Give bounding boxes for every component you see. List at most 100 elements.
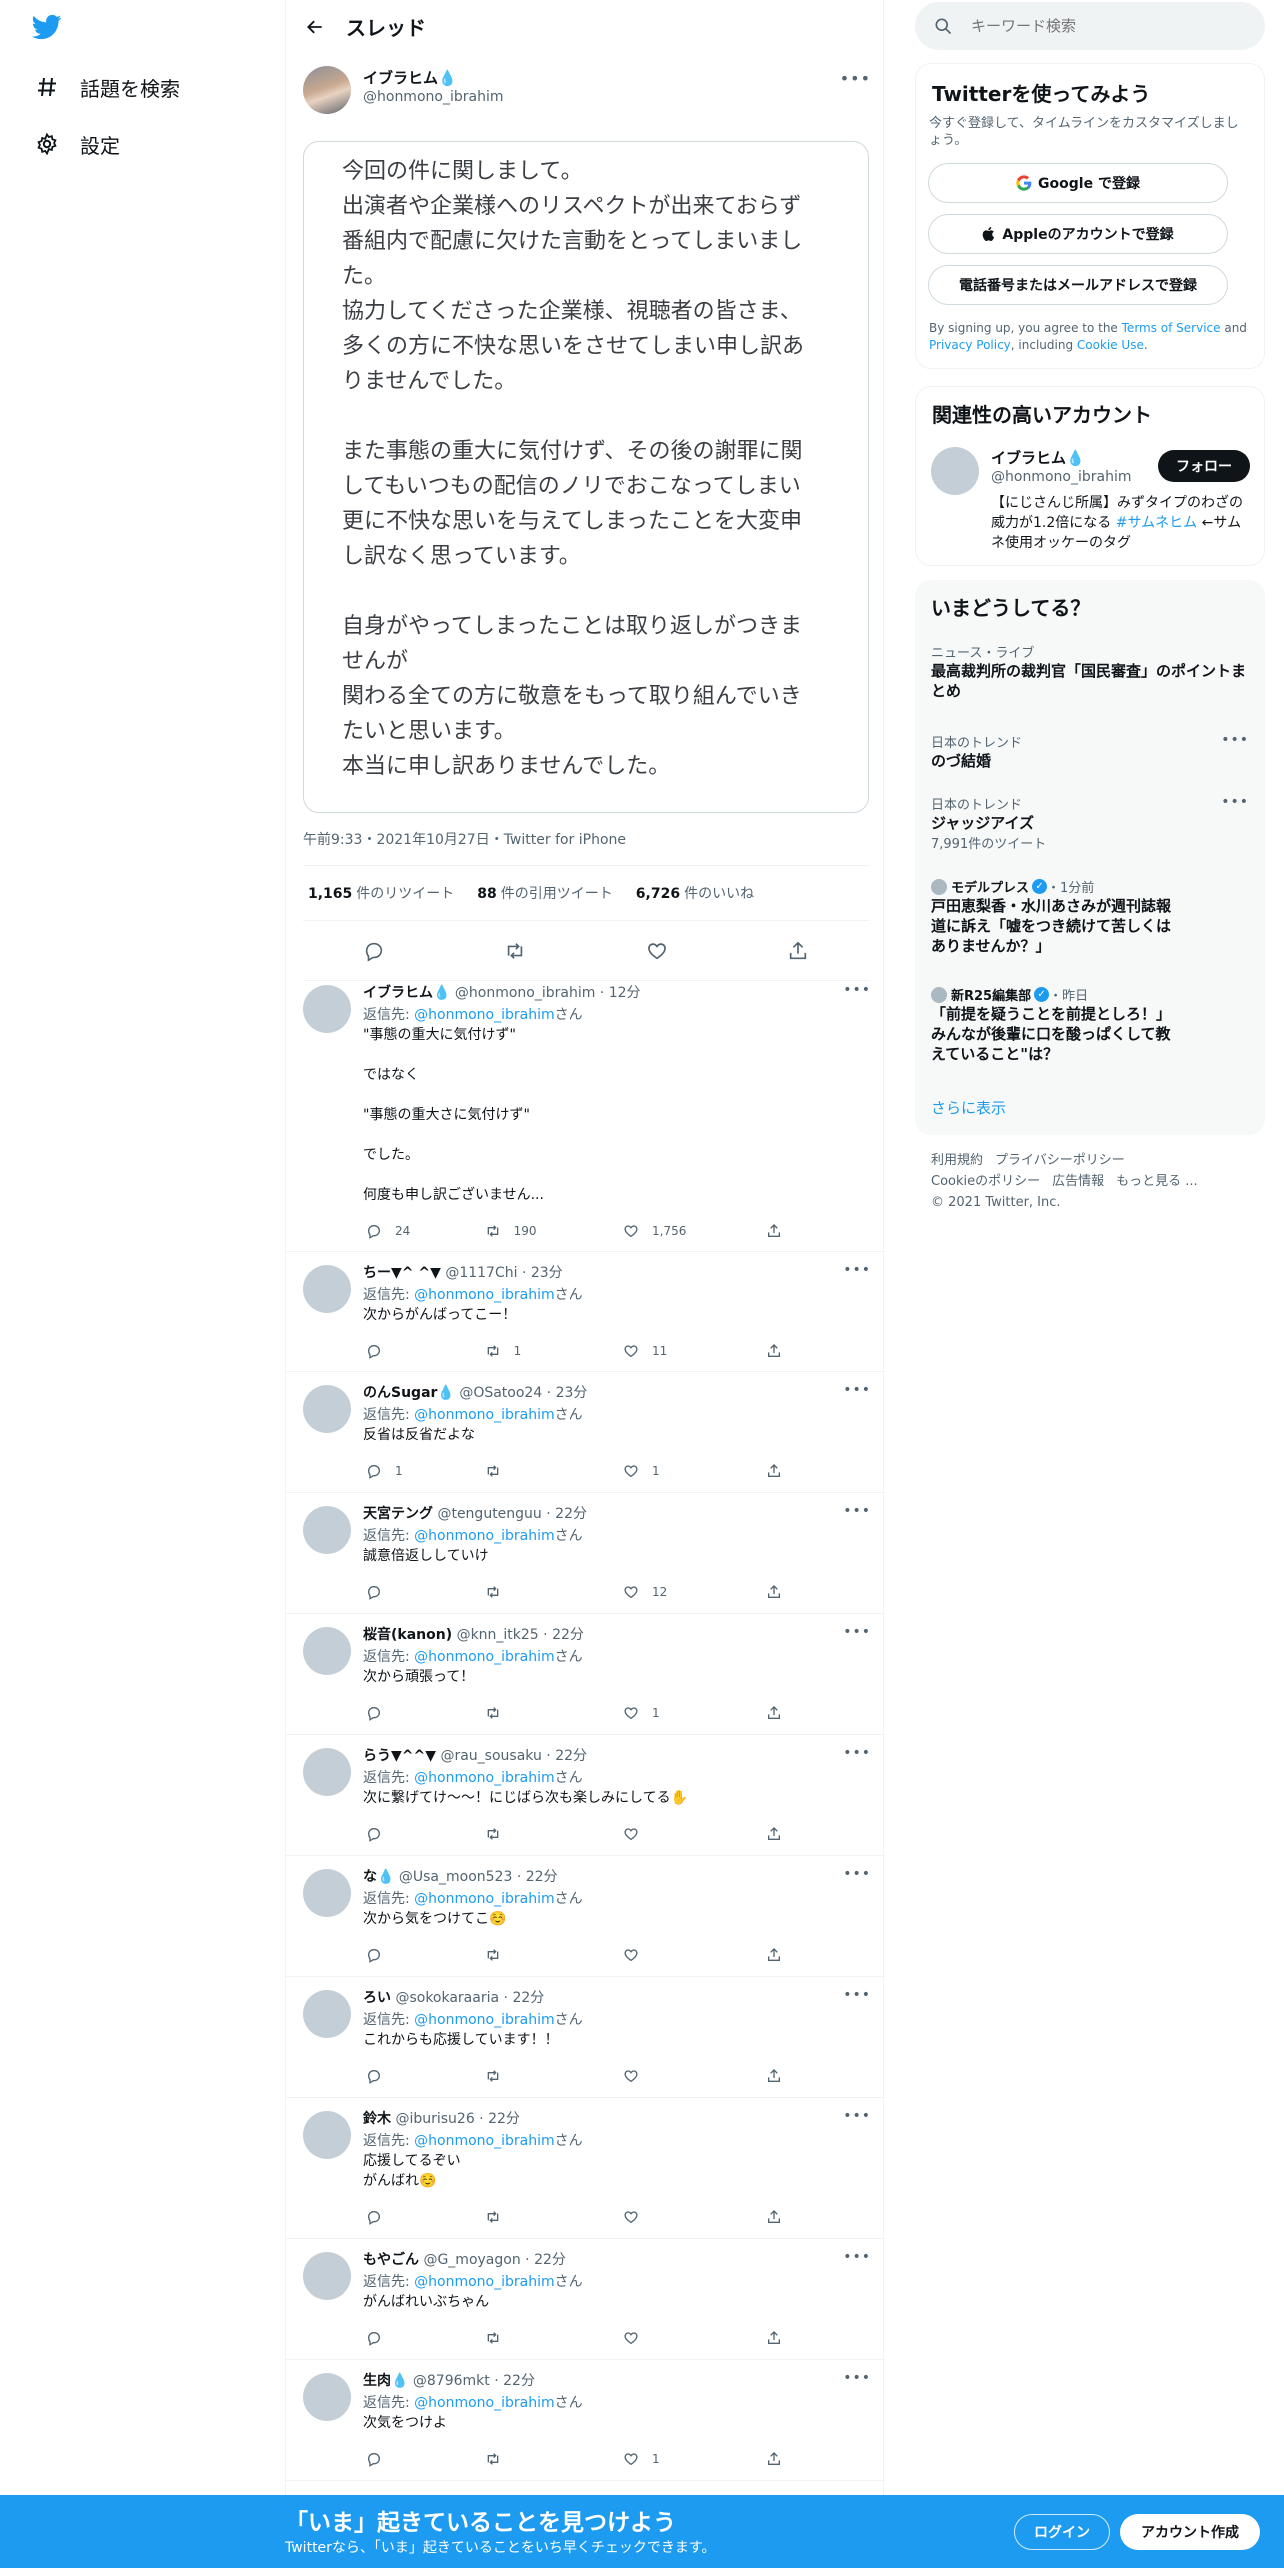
more-options-icon[interactable]: ••• bbox=[840, 69, 871, 88]
related-account-handle[interactable]: @honmono_ibrahim bbox=[991, 469, 1131, 485]
more-options-icon[interactable]: ••• bbox=[1221, 732, 1249, 748]
quote-stat[interactable]: 88 件の引用ツイート bbox=[477, 883, 612, 903]
share-button[interactable] bbox=[763, 2205, 793, 2229]
reply-button[interactable] bbox=[363, 1701, 482, 1725]
reply-time[interactable]: 22分 bbox=[512, 1990, 544, 2006]
more-options-icon[interactable]: ••• bbox=[843, 1624, 871, 1640]
reply-author-handle[interactable]: @Usa_moon523 bbox=[399, 1869, 512, 1885]
tweet-timestamp[interactable]: 午前9:33・2021年10月27日・Twitter for iPhone bbox=[303, 829, 626, 849]
retweet-button[interactable] bbox=[482, 1459, 620, 1483]
reply-tweet[interactable]: のんSugar💧 @OSatoo24 · 23分 ••• 返信先: @honmono… bbox=[286, 1372, 885, 1493]
reply-button[interactable] bbox=[363, 1580, 482, 1604]
reply-author-handle[interactable]: @tengutenguu bbox=[437, 1506, 541, 1522]
reply-button[interactable] bbox=[363, 1822, 482, 1846]
reply-to-link[interactable]: @honmono_ibrahim bbox=[414, 1287, 554, 1303]
retweet-button[interactable] bbox=[482, 1943, 620, 1967]
footer-more-link[interactable]: もっと見る ... bbox=[1116, 1174, 1198, 1189]
more-options-icon[interactable]: ••• bbox=[843, 1382, 871, 1398]
reply-author-handle[interactable]: @rau_sousaku bbox=[440, 1748, 541, 1764]
reply-to-link[interactable]: @honmono_ibrahim bbox=[414, 1528, 554, 1544]
reply-author-name[interactable]: らう▼^^▼ bbox=[363, 1748, 436, 1764]
reply-author-name[interactable]: のんSugar💧 bbox=[363, 1385, 455, 1401]
phone-email-signup-button[interactable]: 電話番号またはメールアドレスで登録 bbox=[928, 265, 1228, 305]
show-more-link[interactable]: さらに表示 bbox=[931, 1097, 1006, 1118]
avatar[interactable] bbox=[303, 985, 351, 1033]
retweet-button[interactable] bbox=[482, 2205, 620, 2229]
reply-tweet[interactable]: な💧 @Usa_moon523 · 22分 ••• 返信先: @honmono_ib… bbox=[286, 1856, 885, 1977]
footer-privacy-link[interactable]: プライバシーポリシー bbox=[995, 1153, 1125, 1168]
reply-author-handle[interactable]: @knn_itk25 bbox=[457, 1627, 539, 1643]
more-options-icon[interactable]: ••• bbox=[843, 2108, 871, 2124]
reply-tweet[interactable]: 生肉💧 @8796mkt · 22分 ••• 返信先: @honmono_ibrah… bbox=[286, 2360, 885, 2481]
search-bar[interactable] bbox=[915, 2, 1265, 50]
reply-time[interactable]: 22分 bbox=[555, 1506, 587, 1522]
news-item[interactable]: モデルプレス ✓ ・1分前 戸田恵梨香・水川あさみが週刊誌報道に訴え「嘘をつき続けて… bbox=[931, 877, 1249, 956]
reply-tweet[interactable]: 天宮テング @tengutenguu · 22分 ••• 返信先: @honmono… bbox=[286, 1493, 885, 1614]
more-options-icon[interactable]: ••• bbox=[843, 982, 871, 998]
reply-to-link[interactable]: @honmono_ibrahim bbox=[414, 1007, 554, 1023]
like-button[interactable]: 1 bbox=[620, 1459, 763, 1483]
avatar[interactable] bbox=[303, 1385, 351, 1433]
author-name[interactable]: イブラヒム💧 bbox=[363, 67, 457, 88]
reply-to-link[interactable]: @honmono_ibrahim bbox=[414, 1649, 554, 1665]
retweet-button[interactable] bbox=[482, 1701, 620, 1725]
reply-to-link[interactable]: @honmono_ibrahim bbox=[414, 2274, 554, 2290]
retweet-button[interactable] bbox=[482, 1822, 620, 1846]
twitter-logo-icon[interactable] bbox=[30, 12, 66, 46]
reply-author-name[interactable]: 鈴木 bbox=[363, 2111, 391, 2127]
share-button[interactable] bbox=[763, 2447, 793, 2471]
reply-author-handle[interactable]: @1117Chi bbox=[445, 1265, 517, 1281]
reply-icon[interactable] bbox=[357, 934, 391, 968]
share-button[interactable] bbox=[763, 1701, 793, 1725]
reply-to-link[interactable]: @honmono_ibrahim bbox=[414, 1407, 554, 1423]
related-account-name[interactable]: イブラヒム💧 bbox=[991, 447, 1085, 468]
like-button[interactable]: 1 bbox=[620, 1701, 763, 1725]
share-button[interactable] bbox=[763, 1943, 793, 1967]
nav-settings[interactable]: 設定 bbox=[34, 124, 120, 164]
reply-time[interactable]: 22分 bbox=[555, 1748, 587, 1764]
reply-button[interactable]: 24 bbox=[363, 1219, 482, 1243]
reply-to-link[interactable]: @honmono_ibrahim bbox=[414, 2012, 554, 2028]
retweet-button[interactable]: 1 bbox=[482, 1339, 620, 1363]
share-button[interactable] bbox=[763, 1459, 793, 1483]
like-button[interactable] bbox=[620, 2064, 763, 2088]
more-options-icon[interactable]: ••• bbox=[843, 1262, 871, 1278]
reply-tweet[interactable]: もやごん @G_moyagon · 22分 ••• 返信先: @honmono_ib… bbox=[286, 2239, 885, 2360]
like-button[interactable] bbox=[620, 1943, 763, 1967]
avatar[interactable] bbox=[303, 1627, 351, 1675]
reply-time[interactable]: 23分 bbox=[531, 1265, 563, 1281]
trend-item[interactable]: 日本のトレンド のづ結婚 ••• bbox=[931, 732, 1249, 771]
footer-cookie-link[interactable]: Cookieのポリシー bbox=[931, 1174, 1040, 1189]
bio-hashtag-link[interactable]: #サムネヒム bbox=[1116, 515, 1197, 531]
reply-tweet[interactable]: 桜音(kanon) @knn_itk25 · 22分 ••• 返信先: @honmo… bbox=[286, 1614, 885, 1735]
reply-time[interactable]: 22分 bbox=[488, 2111, 520, 2127]
avatar[interactable] bbox=[303, 2373, 351, 2421]
avatar[interactable] bbox=[303, 1265, 351, 1313]
reply-button[interactable]: 1 bbox=[363, 1459, 482, 1483]
like-button[interactable]: 1 bbox=[620, 2447, 763, 2471]
retweet-button[interactable] bbox=[482, 1580, 620, 1604]
like-button[interactable]: 11 bbox=[620, 1339, 763, 1363]
more-options-icon[interactable]: ••• bbox=[843, 1745, 871, 1761]
reply-author-name[interactable]: 天宮テング bbox=[363, 1506, 433, 1522]
reply-author-name[interactable]: イブラヒム💧 bbox=[363, 985, 450, 1001]
reply-time[interactable]: 12分 bbox=[609, 985, 641, 1001]
reply-tweet[interactable]: イブラヒム💧 @honmono_ibrahim · 12分 ••• 返信先: @ho… bbox=[286, 972, 885, 1252]
reply-author-handle[interactable]: @8796mkt bbox=[413, 2373, 490, 2389]
like-icon[interactable] bbox=[640, 934, 674, 968]
avatar[interactable] bbox=[303, 1748, 351, 1796]
reply-time[interactable]: 22分 bbox=[534, 2252, 566, 2268]
avatar[interactable] bbox=[303, 66, 351, 114]
reply-tweet[interactable]: 鈴木 @iburisu26 · 22分 ••• 返信先: @honmono_ibra… bbox=[286, 2098, 885, 2239]
reply-button[interactable] bbox=[363, 2205, 482, 2229]
reply-author-handle[interactable]: @iburisu26 bbox=[395, 2111, 474, 2127]
reply-to-link[interactable]: @honmono_ibrahim bbox=[414, 1891, 554, 1907]
avatar[interactable] bbox=[303, 2252, 351, 2300]
reply-author-name[interactable]: 生肉💧 bbox=[363, 2373, 408, 2389]
avatar[interactable] bbox=[303, 1506, 351, 1554]
share-button[interactable] bbox=[763, 2326, 793, 2350]
signup-button[interactable]: アカウント作成 bbox=[1120, 2514, 1260, 2550]
avatar[interactable] bbox=[303, 2111, 351, 2159]
author-handle[interactable]: @honmono_ibrahim bbox=[363, 89, 503, 105]
reply-time[interactable]: 23分 bbox=[556, 1385, 588, 1401]
